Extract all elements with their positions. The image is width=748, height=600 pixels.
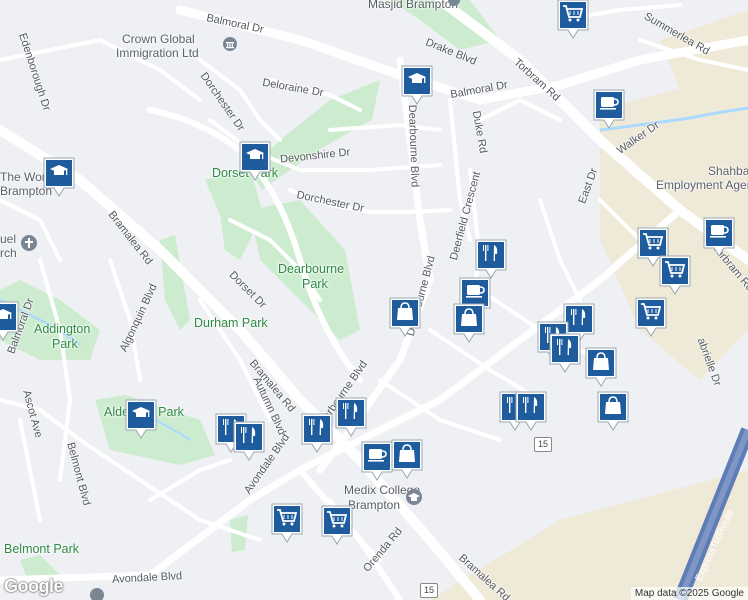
cafe-marker-bramalea[interactable] (360, 440, 394, 482)
cafe-marker-torbram[interactable] (592, 88, 626, 130)
grocery-marker-avondale-1[interactable] (270, 502, 304, 544)
shopping-icon (389, 297, 421, 337)
route-15-shield-b: 15 (420, 583, 438, 598)
cafe-icon (361, 441, 393, 481)
grocery-icon (659, 255, 691, 295)
shopping-icon (597, 391, 629, 431)
restaurant-marker-deerfield[interactable] (474, 238, 508, 280)
shopping-icon (391, 439, 423, 479)
map-data-attribution: Map data ©2025 Google (630, 587, 748, 600)
school-icon (239, 141, 271, 181)
restaurant-marker-dearbourne-2[interactable] (334, 396, 368, 438)
school-marker-dorset[interactable] (238, 140, 272, 182)
school-marker-left-edge[interactable] (0, 300, 20, 342)
school-marker-world[interactable] (42, 156, 76, 198)
restaurant-marker-east-5[interactable] (514, 390, 548, 432)
college-icon (406, 489, 422, 505)
restaurant-icon (475, 239, 507, 279)
shopping-marker-east-3[interactable] (596, 390, 630, 432)
grocery-icon (635, 297, 667, 337)
restaurant-icon (233, 421, 265, 461)
shopping-icon (585, 347, 617, 387)
restaurant-marker-east-3[interactable] (548, 332, 582, 374)
school-marker-balmoral[interactable] (400, 64, 434, 106)
restaurant-marker-autumn-2[interactable] (232, 420, 266, 462)
grocery-marker-avondale-2[interactable] (320, 504, 354, 546)
cafe-icon (703, 217, 735, 257)
grocery-icon (271, 503, 303, 543)
grocery-marker-top[interactable] (556, 0, 590, 40)
bank-icon (223, 37, 237, 51)
cafe-marker-right-edge[interactable] (702, 216, 736, 258)
restaurant-icon (515, 391, 547, 431)
grocery-marker-torbram-2[interactable] (658, 254, 692, 296)
route-15-shield: 15 (534, 437, 552, 452)
school-icon (43, 157, 75, 197)
restaurant-icon (549, 333, 581, 373)
shopping-marker-east-2[interactable] (584, 346, 618, 388)
church-icon (21, 235, 37, 251)
shopping-marker-bramalea[interactable] (390, 438, 424, 480)
restaurant-icon (301, 413, 333, 453)
landmark-icon (90, 588, 104, 600)
grocery-marker-gabrielle[interactable] (634, 296, 668, 338)
restaurant-marker-dearbourne-1[interactable] (300, 412, 334, 454)
school-icon (401, 65, 433, 105)
school-icon (125, 399, 157, 439)
shopping-marker-dearbourne[interactable] (388, 296, 422, 338)
grocery-icon (557, 0, 589, 39)
google-logo: Google (4, 576, 64, 596)
map-canvas[interactable]: Balmoral Dr Balmoral Dr Balmoral Dr Drak… (0, 0, 748, 600)
school-marker-alderville[interactable] (124, 398, 158, 440)
shopping-marker-east[interactable] (452, 302, 486, 344)
grocery-icon (321, 505, 353, 545)
mosque-icon (448, 0, 460, 6)
school-icon (0, 301, 19, 341)
shopping-icon (453, 303, 485, 343)
cafe-icon (593, 89, 625, 129)
restaurant-icon (335, 397, 367, 437)
